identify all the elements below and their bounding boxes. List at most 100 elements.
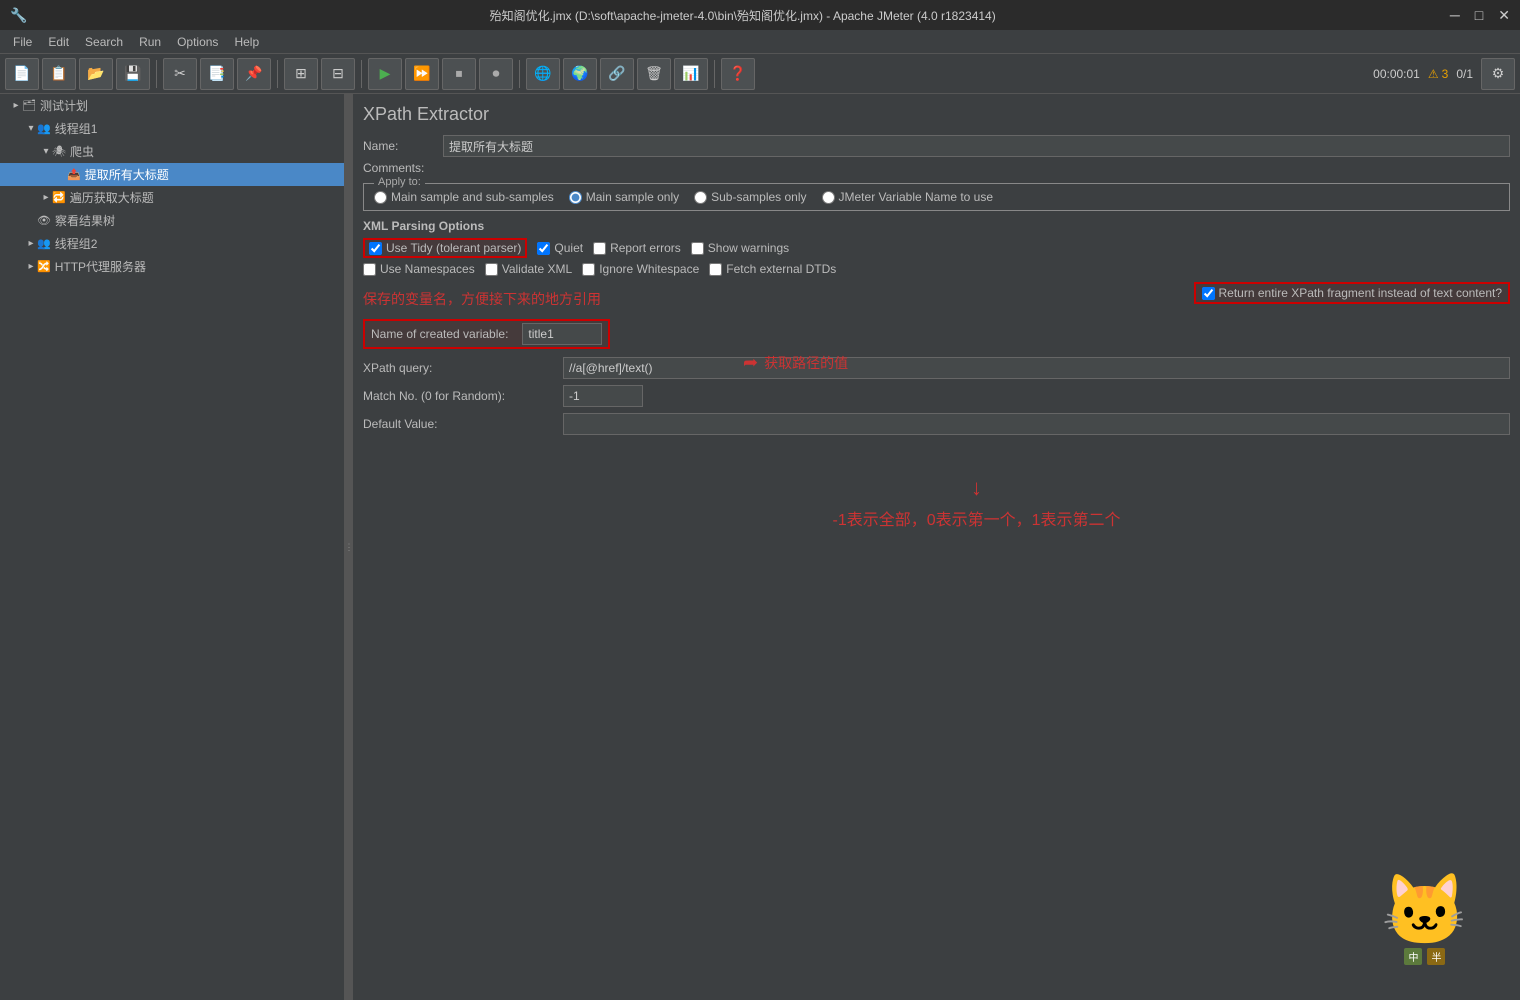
toolbar-expand-btn[interactable]: ⊞ <box>284 58 318 90</box>
radio-jmeter-var[interactable]: JMeter Variable Name to use <box>822 190 994 204</box>
toolbar-remote-btn[interactable]: 🌐 <box>526 58 560 90</box>
toolbar-remote2-btn[interactable]: 🌍 <box>563 58 597 90</box>
toolbar-start-no-pause-btn[interactable]: ⏩ <box>405 58 439 90</box>
show-warnings-checkbox[interactable] <box>691 242 704 255</box>
xpath-annotation: 获取路径的值 <box>764 353 848 373</box>
panel-title: XPath Extractor <box>363 104 1510 125</box>
tree-item-thread2[interactable]: ▸ 👥 线程组2 <box>0 232 344 255</box>
menu-options[interactable]: Options <box>169 33 226 51</box>
xml-parsing-section: XML Parsing Options Use Tidy (tolerant p… <box>363 219 1510 276</box>
toolbar-ratio: 0/1 <box>1456 67 1473 81</box>
thread1-icon: 👥 <box>37 122 51 135</box>
remote2-icon: 🌍 <box>571 65 588 82</box>
toolbar-sep-2 <box>277 60 278 88</box>
toolbar-save-btn[interactable]: 💾 <box>116 58 150 90</box>
use-namespaces-checkbox[interactable] <box>363 263 376 276</box>
xpath-label: XPath query: <box>363 361 563 375</box>
toolbar-template-btn[interactable]: 📋 <box>42 58 76 90</box>
cat-emoji: 🐱 <box>1381 875 1468 945</box>
radio-sub-only[interactable]: Sub-samples only <box>694 190 806 204</box>
toolbar-help-btn[interactable]: ❓ <box>721 58 755 90</box>
extractor-icon: 📤 <box>67 168 81 181</box>
toolbar-open-btn[interactable]: 📂 <box>79 58 113 90</box>
tree-item-listener[interactable]: 👁 察看结果树 <box>0 209 344 232</box>
name-input[interactable] <box>443 135 1510 157</box>
report-errors-label[interactable]: Report errors <box>593 241 681 255</box>
variable-row: Name of created variable: <box>363 319 1510 349</box>
tree-expand-plan: ▸ <box>10 100 22 111</box>
sidebar-divider[interactable]: ⋮ <box>345 94 353 1000</box>
match-annotation: -1表示全部，0表示第一个，1表示第二个 <box>443 506 1510 530</box>
template-icon: 📋 <box>50 65 67 82</box>
ignore-whitespace-checkbox[interactable] <box>582 263 595 276</box>
toolbar-collapse-btn[interactable]: ⊟ <box>321 58 355 90</box>
toolbar-warn: ⚠ 3 <box>1428 67 1448 81</box>
show-warnings-label[interactable]: Show warnings <box>691 241 789 255</box>
fetch-dtds-label[interactable]: Fetch external DTDs <box>709 262 836 276</box>
use-tidy-label[interactable]: Use Tidy (tolerant parser) <box>363 238 527 258</box>
radio-main-only[interactable]: Main sample only <box>569 190 679 204</box>
menu-file[interactable]: File <box>5 33 40 51</box>
toolbar-new-btn[interactable]: 📄 <box>5 58 39 90</box>
minimize-button[interactable]: ─ <box>1450 7 1460 24</box>
quiet-text: Quiet <box>554 241 583 255</box>
validate-xml-text: Validate XML <box>502 262 572 276</box>
report-errors-text: Report errors <box>610 241 681 255</box>
toolbar-sep-1 <box>156 60 157 88</box>
toolbar-cut-btn[interactable]: ✂ <box>163 58 197 90</box>
ignore-whitespace-label[interactable]: Ignore Whitespace <box>582 262 699 276</box>
tree-item-plan[interactable]: ▸ 🗂 测试计划 <box>0 94 344 117</box>
use-namespaces-text: Use Namespaces <box>380 262 475 276</box>
xml-options-title: XML Parsing Options <box>363 219 1510 233</box>
validate-xml-label[interactable]: Validate XML <box>485 262 572 276</box>
validate-xml-checkbox[interactable] <box>485 263 498 276</box>
name-row: Name: <box>363 135 1510 157</box>
fetch-dtds-checkbox[interactable] <box>709 263 722 276</box>
radio-main-only-input[interactable] <box>569 191 582 204</box>
radio-main-sub-input[interactable] <box>374 191 387 204</box>
menu-search[interactable]: Search <box>77 33 131 51</box>
toolbar-report-btn[interactable]: 📊 <box>674 58 708 90</box>
toolbar-shutdown-btn[interactable]: ⏺ <box>479 58 513 90</box>
tree-expand-proxy: ▸ <box>25 261 37 272</box>
menu-edit[interactable]: Edit <box>40 33 77 51</box>
tree-item-controller[interactable]: ▸ 🔁 遍历获取大标题 <box>0 186 344 209</box>
content-inner: XPath Extractor Name: Comments: Apply to… <box>363 104 1510 530</box>
maximize-button[interactable]: □ <box>1475 7 1483 24</box>
radio-sub-only-input[interactable] <box>694 191 707 204</box>
warn-icon: ⚠ <box>1428 67 1439 81</box>
report-icon: 📊 <box>682 65 699 82</box>
quiet-label[interactable]: Quiet <box>537 241 583 255</box>
tree-item-spider[interactable]: ▾ 🕷 爬虫 <box>0 140 344 163</box>
return-fragment-label[interactable]: Return entire XPath fragment instead of … <box>1202 286 1503 300</box>
quiet-checkbox[interactable] <box>537 242 550 255</box>
return-fragment-checkbox[interactable] <box>1202 287 1215 300</box>
use-namespaces-label[interactable]: Use Namespaces <box>363 262 475 276</box>
radio-jmeter-var-input[interactable] <box>822 191 835 204</box>
match-input[interactable] <box>563 385 643 407</box>
xpath-input[interactable] <box>563 357 1510 379</box>
radio-sub-only-label: Sub-samples only <box>711 190 806 204</box>
menubar: File Edit Search Run Options Help <box>0 30 1520 54</box>
toolbar-start-btn[interactable]: ▶ <box>368 58 402 90</box>
toolbar-copy-btn[interactable]: 📑 <box>200 58 234 90</box>
use-tidy-checkbox[interactable] <box>369 242 382 255</box>
toolbar-settings-btn[interactable]: ⚙ <box>1481 58 1515 90</box>
start-no-pause-icon: ⏩ <box>413 65 430 82</box>
tree-item-proxy[interactable]: ▸ 🔀 HTTP代理服务器 <box>0 255 344 278</box>
toolbar-stop-btn[interactable]: ⏹ <box>442 58 476 90</box>
tree-item-extractor[interactable]: 📤 提取所有大标题 <box>0 163 344 186</box>
menu-help[interactable]: Help <box>226 33 267 51</box>
radio-main-sub[interactable]: Main sample and sub-samples <box>374 190 554 204</box>
xpath-annotation-wrapper: ➥ 获取路径的值 <box>743 352 848 373</box>
toolbar-remote3-btn[interactable]: 🔗 <box>600 58 634 90</box>
toolbar-clear-btn[interactable]: 🗑 <box>637 58 671 90</box>
toolbar-paste-btn[interactable]: 📌 <box>237 58 271 90</box>
menu-run[interactable]: Run <box>131 33 169 51</box>
tree-item-thread1[interactable]: ▾ 👥 线程组1 <box>0 117 344 140</box>
report-errors-checkbox[interactable] <box>593 242 606 255</box>
close-button[interactable]: ✕ <box>1498 7 1510 24</box>
default-input[interactable] <box>563 413 1510 435</box>
variable-input[interactable] <box>522 323 602 345</box>
expand-icon: ⊞ <box>295 65 307 82</box>
